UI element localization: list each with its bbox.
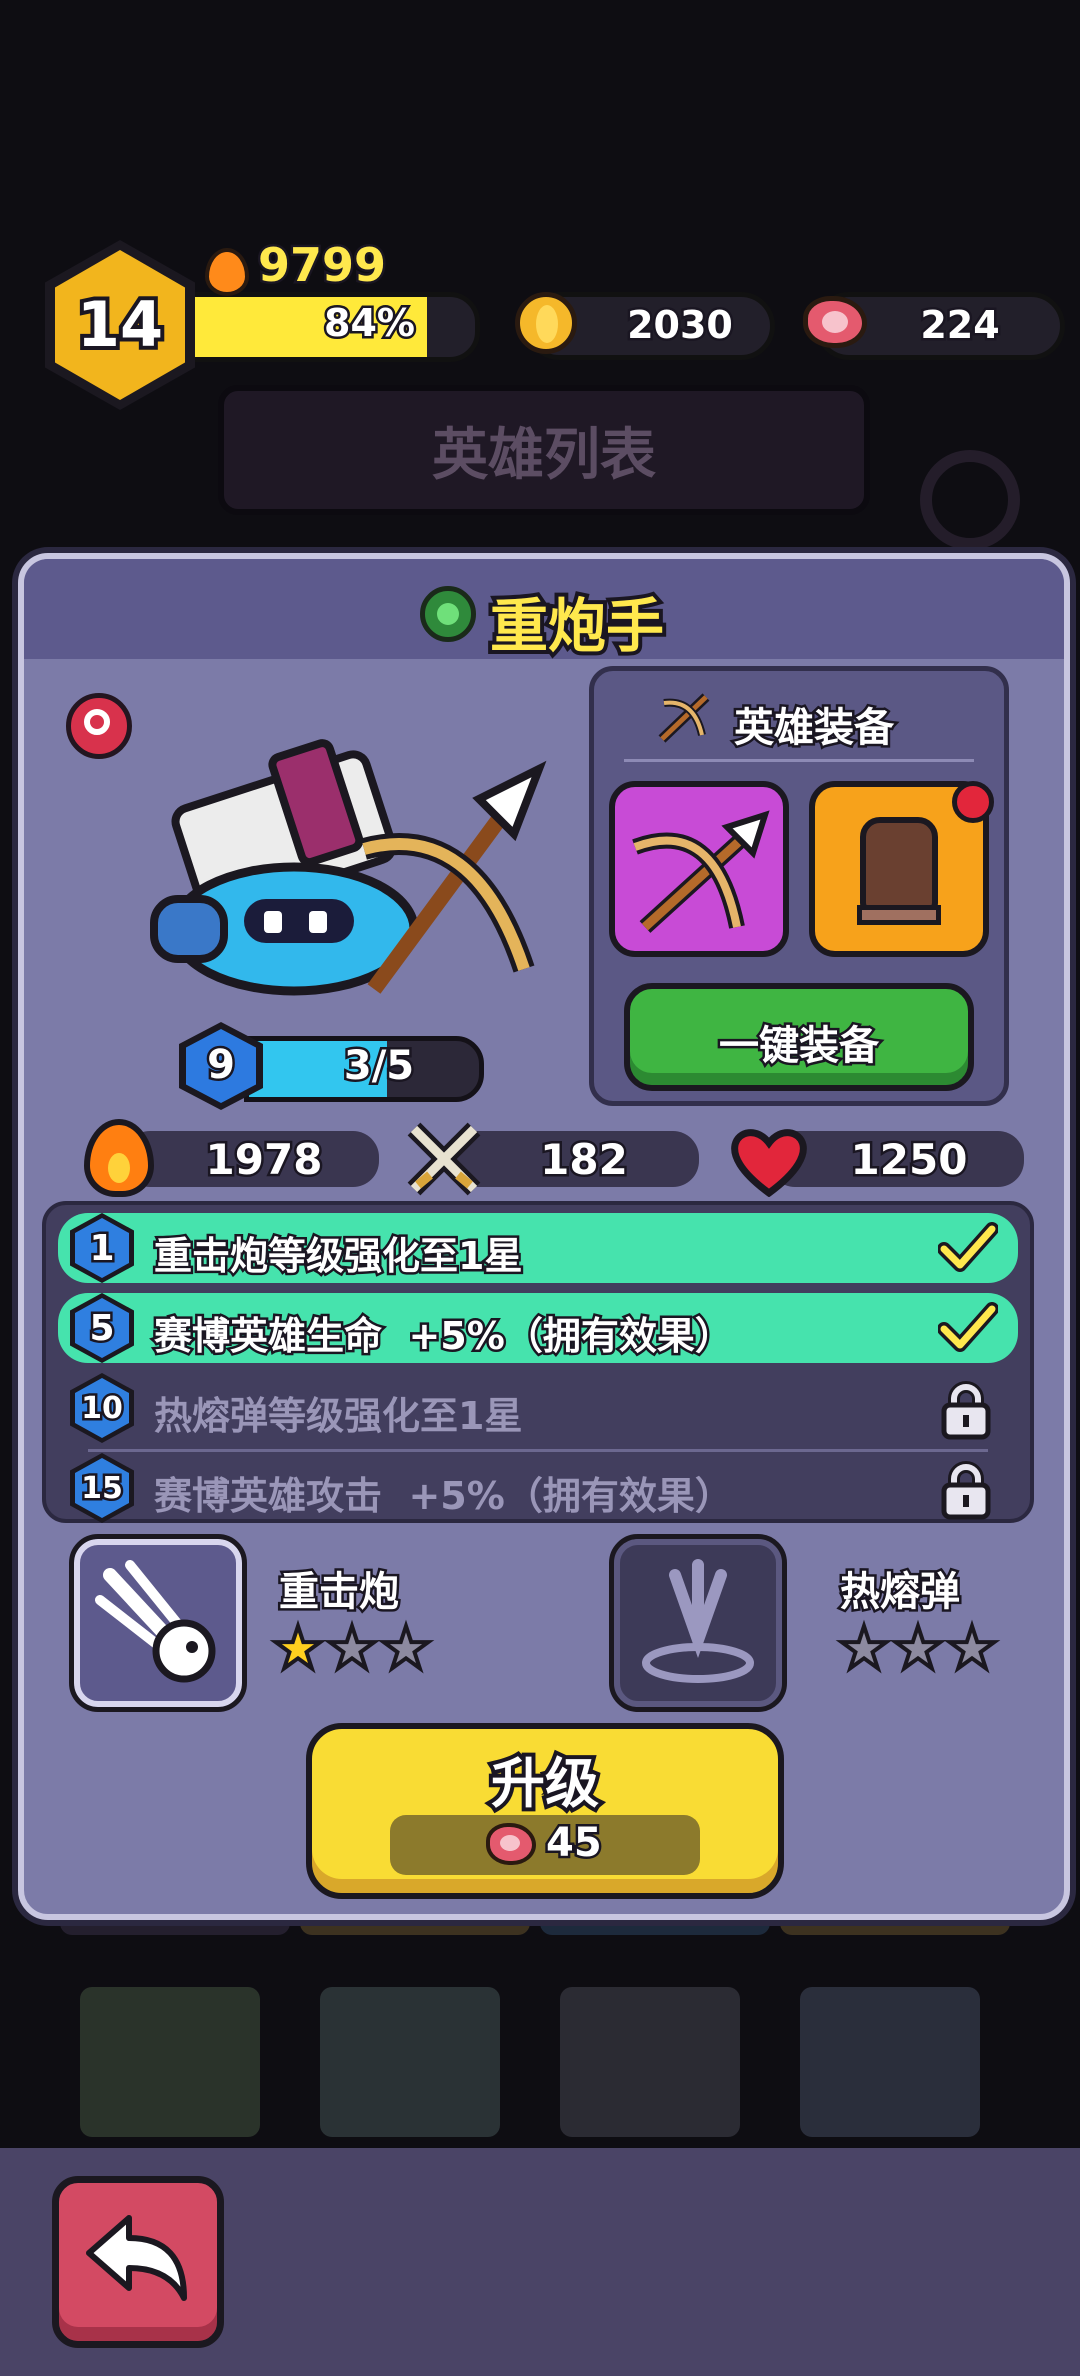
notification-dot: [952, 781, 994, 823]
equipment-divider: [624, 759, 974, 762]
star-empty-icon: ★: [890, 1614, 946, 1682]
skill-heavy-cannon[interactable]: 重击炮 ★★★: [69, 1534, 474, 1719]
milestone-row: 1 重击炮等级强化至1星: [58, 1213, 1018, 1283]
hero-card[interactable]: [800, 1987, 980, 2137]
milestone-level: 10: [79, 1388, 126, 1428]
skill-thermite-stars: ★★★: [836, 1617, 1000, 1679]
glove-icon: [860, 817, 938, 913]
skill-heavy-cannon-stars: ★★★: [270, 1617, 434, 1679]
upgrade-cost-value: 45: [544, 1818, 605, 1869]
milestone-text: 重击炮等级强化至1星: [151, 1232, 524, 1281]
back-button[interactable]: [52, 2176, 224, 2348]
hero-level: 9: [205, 1040, 238, 1091]
xp-bar: 84%: [170, 292, 480, 362]
skill-heavy-cannon-name: 重击炮: [277, 1567, 402, 1618]
milestone-divider: [88, 1449, 988, 1452]
hero-shards: 3/5: [341, 1041, 416, 1092]
hero-card[interactable]: [80, 1987, 260, 2137]
star-empty-icon: ★: [324, 1614, 380, 1682]
skill-heavy-cannon-icon: [69, 1534, 247, 1712]
milestone-list: 1 重击炮等级强化至1星 5 赛博英雄生命 +5%（拥有效果） 10 热熔弹等级强化至1星…: [42, 1201, 1034, 1523]
lock-icon: [938, 1461, 994, 1525]
hero-list-banner: 英雄列表: [218, 385, 870, 515]
upgrade-label: 升级: [487, 1748, 603, 1819]
milestone-level-badge: 5: [70, 1293, 134, 1363]
impact-icon: [642, 1559, 754, 1683]
heart-icon: [729, 1125, 809, 1198]
equipment-slot-weapon[interactable]: [609, 781, 789, 957]
inspect-button[interactable]: [66, 693, 132, 759]
milestone-level-badge: 15: [70, 1453, 134, 1523]
level-badge: 14: [45, 240, 195, 410]
hero-card-strip: [60, 1905, 1020, 2145]
milestone-level-badge: 10: [70, 1373, 134, 1443]
hero-name: 重炮手: [486, 588, 668, 664]
hero-detail-popup: 重炮手 3/5 9 英雄装备 一键装备 1978 182 1250 1 重击炮等…: [18, 553, 1070, 1920]
crossbow-icon: [632, 810, 770, 933]
milestone-level: 1: [87, 1225, 117, 1271]
player-level: 14: [73, 284, 167, 365]
milestone-level: 5: [87, 1305, 117, 1351]
xp-percent: 84%: [322, 299, 418, 348]
hero-shard-bar: 3/5: [244, 1036, 484, 1102]
star-empty-icon: ★: [378, 1614, 434, 1682]
coin-icon: [515, 292, 577, 354]
star-empty-icon: ★: [836, 1614, 892, 1682]
milestone-row: 5 赛博英雄生命 +5%（拥有效果）: [58, 1293, 1018, 1363]
stat-power: 1978: [84, 1119, 384, 1199]
hero-card[interactable]: [320, 1987, 500, 2137]
back-arrow-icon: [86, 2215, 187, 2301]
lock-icon: [938, 1381, 994, 1445]
checkmark-icon: [937, 1301, 999, 1359]
milestone-text: 赛博英雄生命 +5%（拥有效果）: [152, 1312, 736, 1361]
upgrade-cost: 45: [390, 1815, 700, 1875]
skill-thermite[interactable]: 热熔弹 ★★★: [609, 1534, 1034, 1719]
milestone-text: 热熔弹等级强化至1星: [154, 1394, 523, 1438]
meteor-icon: [95, 1560, 216, 1683]
stat-attack: 182: [404, 1119, 704, 1199]
crossed-swords-icon: [404, 1119, 484, 1199]
hero-card[interactable]: [560, 1987, 740, 2137]
magnifier-icon: [84, 709, 110, 735]
equip-all-button[interactable]: 一键装备: [624, 983, 974, 1091]
skill-thermite-icon: [609, 1534, 787, 1712]
milestone-level-badge: 1: [70, 1213, 134, 1283]
hero-list-gear-icon: [920, 450, 1020, 550]
meat-icon: [803, 296, 867, 348]
checkmark-icon: [937, 1221, 999, 1279]
health-value: 1250: [848, 1133, 970, 1187]
equipment-panel: 英雄装备 一键装备: [589, 666, 1009, 1106]
milestone-row: 10 热熔弹等级强化至1星: [58, 1373, 1018, 1452]
equipment-crossbow-icon: [654, 689, 714, 749]
skill-thermite-name: 热熔弹: [838, 1567, 963, 1618]
player-power: 9799: [255, 236, 388, 295]
hero-list-title: 英雄列表: [432, 422, 656, 488]
milestone-row: 15 赛博英雄攻击 +5%（拥有效果）: [58, 1453, 1018, 1523]
stat-health: 1250: [729, 1119, 1029, 1199]
meat-amount: 224: [918, 301, 1002, 350]
star-empty-icon: ★: [944, 1614, 1000, 1682]
equip-all-label: 一键装备: [717, 1021, 882, 1072]
coin-amount: 2030: [625, 301, 736, 350]
upgrade-button[interactable]: 升级 45: [306, 1723, 784, 1899]
milestone-text: 赛博英雄攻击 +5%（拥有效果）: [154, 1474, 733, 1518]
hero-class-icon: [420, 586, 476, 642]
hero-portrait: [144, 739, 564, 1019]
star-filled-icon: ★: [270, 1614, 326, 1682]
power-icon: [205, 248, 249, 296]
milestone-level: 15: [79, 1468, 126, 1508]
attack-value: 182: [538, 1133, 631, 1187]
power-value: 1978: [203, 1133, 325, 1187]
equipment-title: 英雄装备: [732, 703, 897, 754]
meat-icon: [486, 1823, 536, 1865]
